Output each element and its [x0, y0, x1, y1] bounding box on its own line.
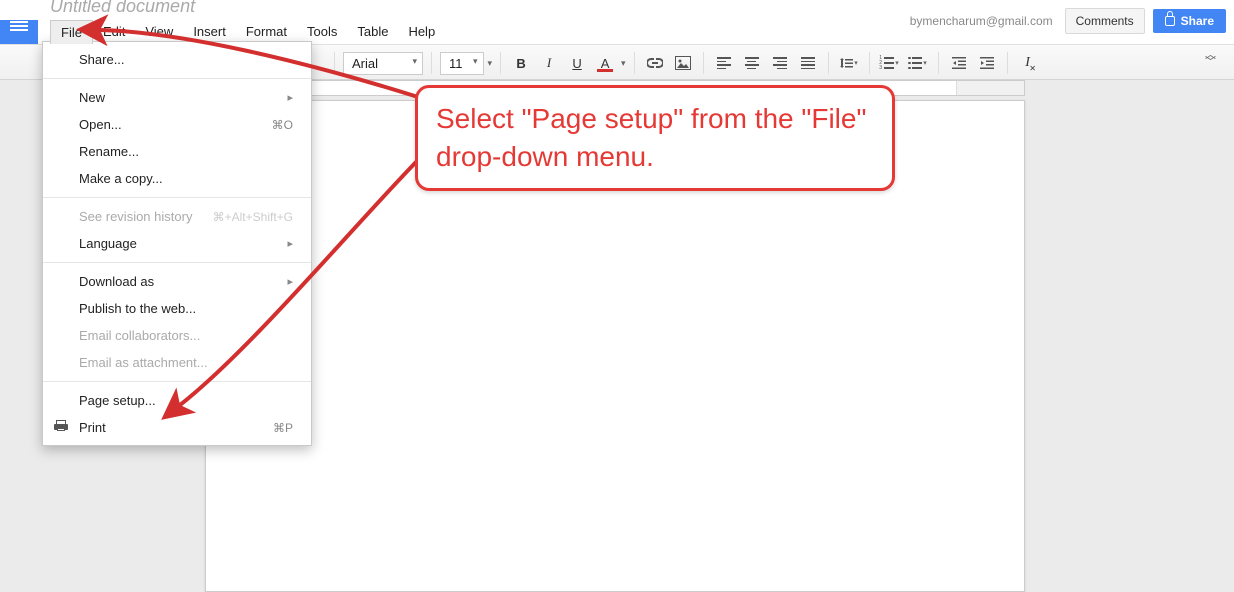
menu-item-revision-history: See revision history ⌘+Alt+Shift+G [43, 203, 311, 230]
menu-item-page-setup[interactable]: Page setup... [43, 387, 311, 414]
doc-title[interactable]: Untitled document [50, 0, 195, 17]
annotation-text: Select "Page setup" from the "File" drop… [436, 100, 874, 176]
menu-shortcut: ⌘+Alt+Shift+G [213, 210, 293, 224]
menu-item-label: Print [79, 420, 106, 435]
menu-item-email-attachment: Email as attachment... [43, 349, 311, 376]
toolbar-separator [938, 52, 939, 74]
indent-decrease-button[interactable] [947, 51, 971, 75]
menu-item-label: Download as [79, 274, 154, 289]
insert-image-button[interactable] [671, 51, 695, 75]
lock-icon [1165, 16, 1175, 26]
menu-item-label: Language [79, 236, 137, 251]
menu-item-label: Open... [79, 117, 122, 132]
text-color-button[interactable]: A [593, 51, 617, 75]
text-color-caret[interactable]: ▾ [621, 58, 626, 69]
toolbar-separator [334, 52, 335, 74]
bold-button[interactable]: B [509, 51, 533, 75]
menu-shortcut: ⌘O [272, 118, 293, 132]
menu-file[interactable]: File [50, 20, 93, 44]
align-center-button[interactable] [740, 51, 764, 75]
annotation-callout: Select "Page setup" from the "File" drop… [415, 85, 895, 191]
submenu-arrow-icon: ▸ [287, 275, 293, 288]
chevron-down-icon: ﹀ [1205, 59, 1216, 66]
user-email: bymencharum@gmail.com [910, 14, 1053, 28]
docs-logo-icon [10, 19, 28, 31]
italic-button[interactable]: I [537, 51, 561, 75]
clear-formatting-button[interactable]: I✕ [1016, 51, 1040, 75]
submenu-arrow-icon: ▸ [287, 237, 293, 250]
align-justify-button[interactable] [796, 51, 820, 75]
file-menu-dropdown: Share... New ▸ Open... ⌘O Rename... Make… [42, 41, 312, 446]
menu-item-open[interactable]: Open... ⌘O [43, 111, 311, 138]
menu-item-language[interactable]: Language ▸ [43, 230, 311, 257]
menu-item-download-as[interactable]: Download as ▸ [43, 268, 311, 295]
toolbar-separator [869, 52, 870, 74]
comments-button[interactable]: Comments [1065, 8, 1145, 34]
menu-separator [43, 197, 311, 198]
menu-separator [43, 262, 311, 263]
menu-help[interactable]: Help [398, 20, 445, 44]
toolbar-separator [1007, 52, 1008, 74]
menu-item-label: See revision history [79, 209, 192, 224]
menu-separator [43, 381, 311, 382]
menu-item-rename[interactable]: Rename... [43, 138, 311, 165]
submenu-arrow-icon: ▸ [287, 91, 293, 104]
menu-item-make-copy[interactable]: Make a copy... [43, 165, 311, 192]
menu-table[interactable]: Table [347, 20, 398, 44]
menu-item-new[interactable]: New ▸ [43, 84, 311, 111]
indent-increase-button[interactable] [975, 51, 999, 75]
toolbar-separator [828, 52, 829, 74]
menu-item-publish[interactable]: Publish to the web... [43, 295, 311, 322]
underline-button[interactable]: U [565, 51, 589, 75]
menu-item-email-collaborators: Email collaborators... [43, 322, 311, 349]
menu-item-print[interactable]: Print ⌘P [43, 414, 311, 441]
toolbar-separator [500, 52, 501, 74]
print-icon [53, 420, 69, 436]
bulleted-list-button[interactable] [906, 51, 930, 75]
toolbar-separator [634, 52, 635, 74]
font-family-select[interactable]: Arial [343, 52, 423, 75]
numbered-list-button[interactable]: 123 [878, 51, 902, 75]
menu-item-share[interactable]: Share... [43, 46, 311, 73]
font-size-caret[interactable]: ▾ [488, 58, 493, 69]
line-spacing-button[interactable] [837, 51, 861, 75]
menu-item-label: New [79, 90, 105, 105]
share-label: Share [1181, 14, 1214, 28]
menu-separator [43, 78, 311, 79]
toolbar-more-button[interactable]: ︿ ﹀ [1205, 52, 1216, 66]
align-right-button[interactable] [768, 51, 792, 75]
toolbar-separator [431, 52, 432, 74]
toolbar-separator [703, 52, 704, 74]
share-button[interactable]: Share [1153, 9, 1226, 33]
font-size-select[interactable]: 11 [440, 52, 484, 75]
menu-shortcut: ⌘P [273, 421, 293, 435]
insert-link-button[interactable] [643, 51, 667, 75]
align-left-button[interactable] [712, 51, 736, 75]
